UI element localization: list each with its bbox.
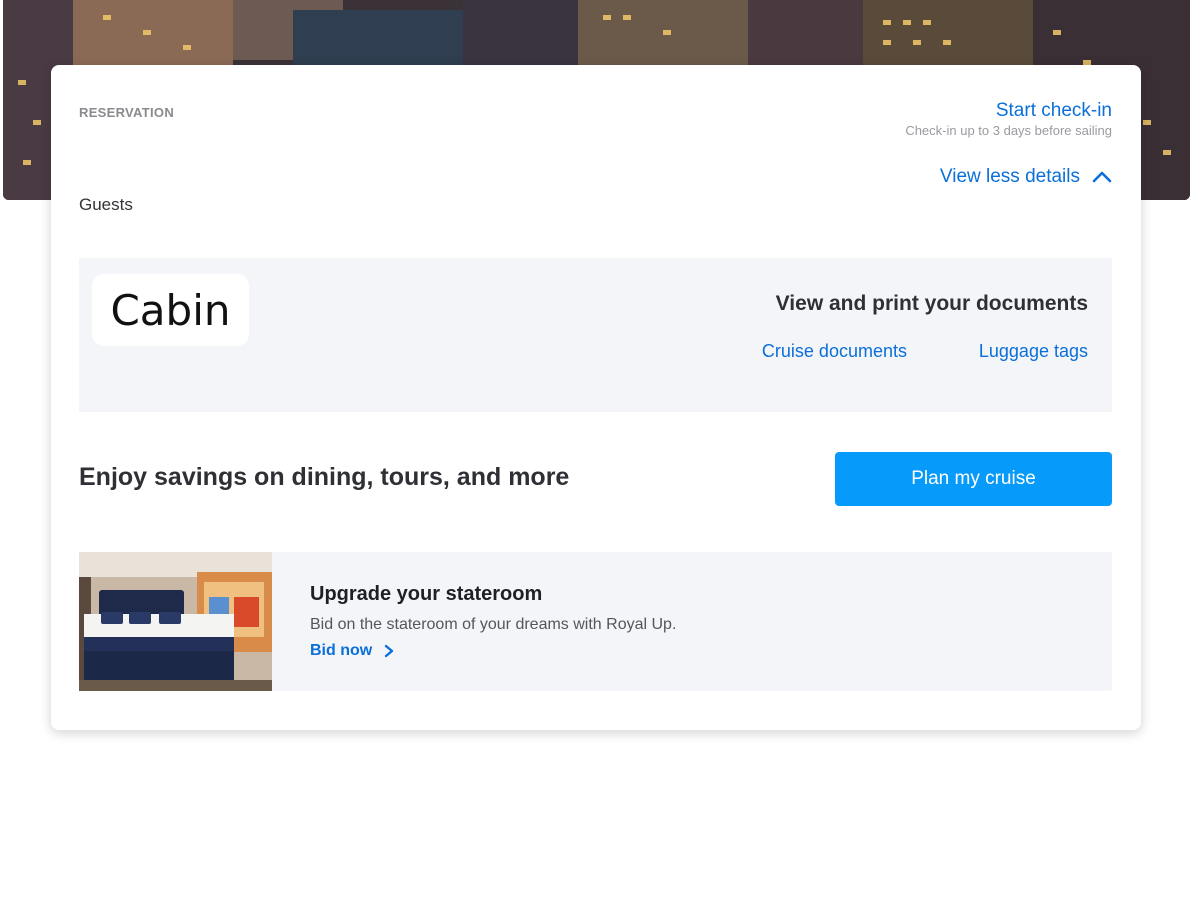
luggage-tags-link[interactable]: Luggage tags [979, 341, 1088, 362]
upgrade-title: Upgrade your stateroom [310, 583, 543, 605]
guests-label: Guests [79, 195, 133, 214]
chevron-right-icon [385, 644, 394, 658]
savings-heading: Enjoy savings on dining, tours, and more [79, 463, 570, 491]
reservation-label: RESERVATION [79, 105, 175, 120]
cabin-label: Cabin [110, 285, 231, 335]
view-less-details-link[interactable]: View less details [940, 166, 1112, 188]
bid-now-link[interactable]: Bid now [310, 642, 394, 660]
upgrade-description: Bid on the stateroom of your dreams with… [310, 616, 677, 633]
checkin-note: Check-in up to 3 days before sailing [905, 123, 1112, 138]
stateroom-image [79, 552, 272, 691]
cruise-documents-link[interactable]: Cruise documents [762, 341, 907, 362]
cabin-chip: Cabin [92, 274, 249, 346]
documents-panel: Cabin View and print your documents Crui… [79, 258, 1112, 412]
bid-now-label: Bid now [310, 642, 373, 659]
plan-my-cruise-button[interactable]: Plan my cruise [835, 452, 1112, 506]
chevron-up-icon [1092, 171, 1112, 183]
upgrade-stateroom-panel: Upgrade your stateroom Bid on the stater… [79, 552, 1112, 691]
reservation-card: RESERVATION Start check-in Check-in up t… [51, 65, 1141, 730]
view-less-details-label: View less details [939, 166, 1080, 187]
start-checkin-link[interactable]: Start check-in [996, 100, 1112, 122]
documents-title: View and print your documents [775, 292, 1088, 315]
